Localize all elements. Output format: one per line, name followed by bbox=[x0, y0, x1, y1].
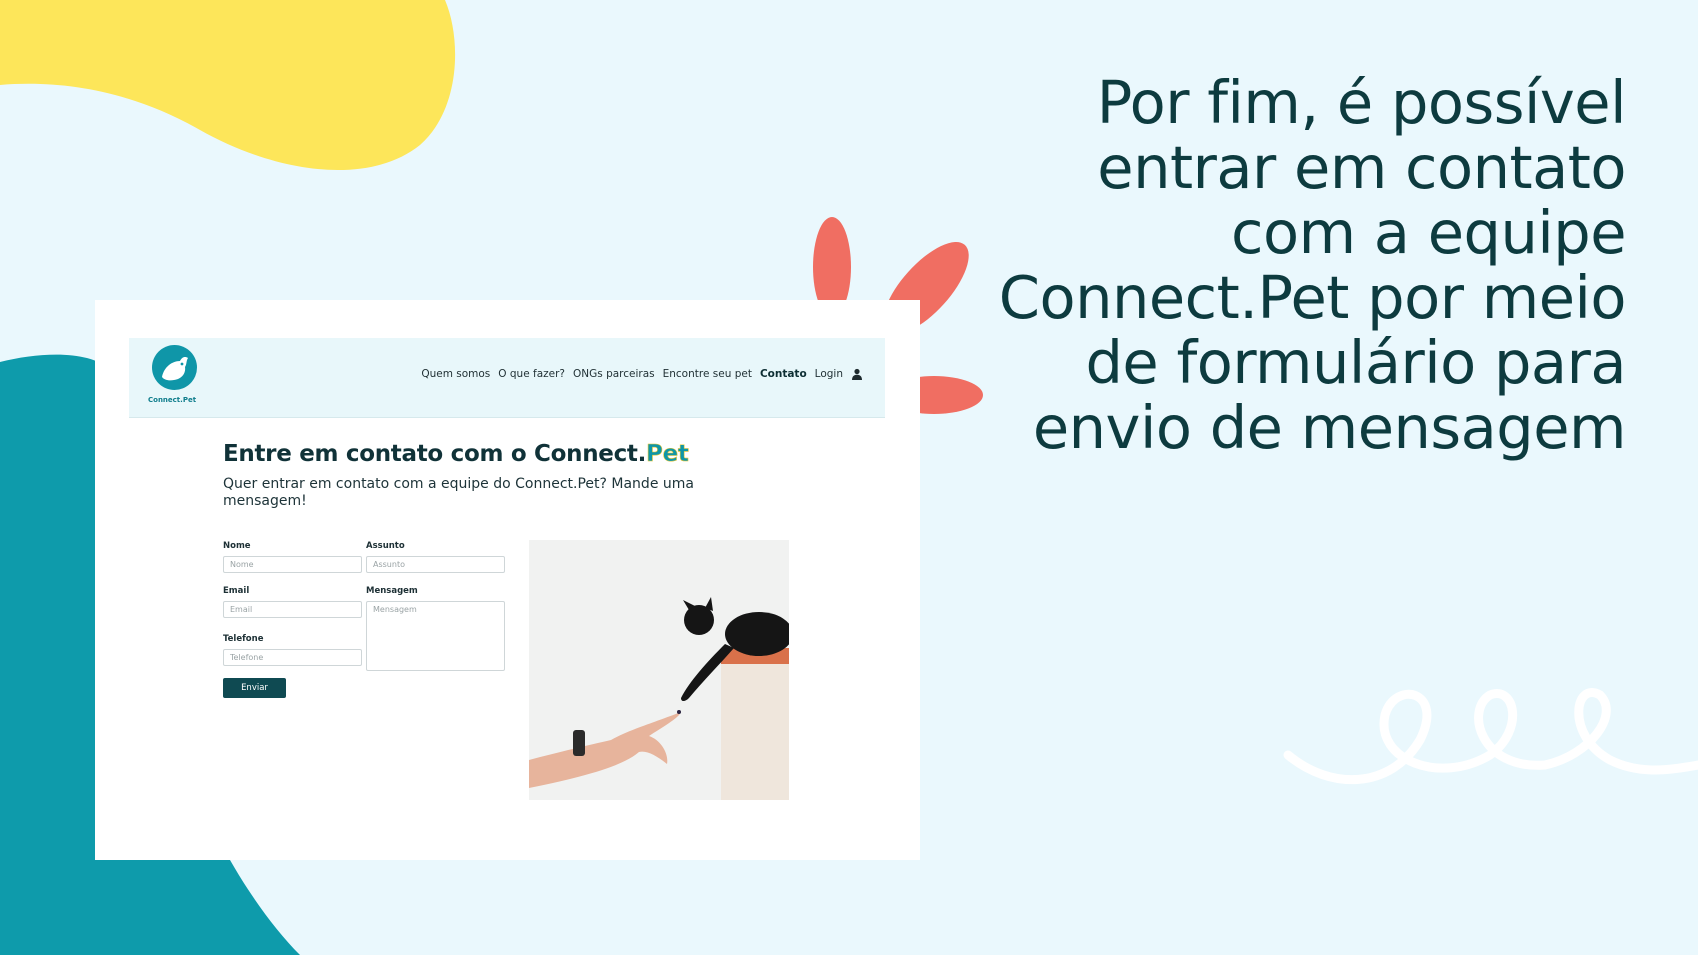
yellow-blob bbox=[0, 0, 456, 171]
website-screenshot-card: Connect.Pet Quem somos O que fazer? ONGs… bbox=[95, 300, 920, 860]
white-squiggle bbox=[1283, 688, 1698, 785]
page-title-highlight: Pet bbox=[646, 441, 689, 468]
nav-item-login[interactable]: Login bbox=[815, 368, 843, 380]
user-icon[interactable] bbox=[851, 368, 863, 380]
telefone-input[interactable]: Telefone bbox=[223, 649, 362, 666]
page-subtitle: Quer entrar em contato com a equipe do C… bbox=[223, 476, 694, 509]
nome-input[interactable]: Nome bbox=[223, 556, 362, 573]
mensagem-label: Mensagem bbox=[366, 586, 418, 596]
assunto-label: Assunto bbox=[366, 541, 405, 551]
logo-text: Connect.Pet bbox=[148, 396, 197, 404]
mensagem-textarea[interactable]: Mensagem bbox=[366, 601, 505, 671]
page-title-prefix: Entre em contato com o Connect. bbox=[223, 441, 647, 467]
nav-item-o-que-fazer[interactable]: O que fazer? bbox=[498, 368, 565, 380]
nav-item-ongs-parceiras[interactable]: ONGs parceiras bbox=[573, 368, 655, 380]
main-nav: Quem somos O que fazer? ONGs parceiras E… bbox=[421, 368, 863, 380]
nav-item-encontre-seu-pet[interactable]: Encontre seu pet bbox=[663, 368, 752, 380]
slide-heading: Por fim, é possível entrar em contato co… bbox=[998, 68, 1627, 462]
site-header: Connect.Pet Quem somos O que fazer? ONGs… bbox=[129, 338, 885, 418]
nav-item-contato[interactable]: Contato bbox=[760, 368, 807, 380]
assunto-input[interactable]: Assunto bbox=[366, 556, 505, 573]
nav-item-quem-somos[interactable]: Quem somos bbox=[421, 368, 490, 380]
email-input[interactable]: Email bbox=[223, 601, 362, 618]
enviar-button[interactable]: Enviar bbox=[223, 678, 286, 698]
nome-label: Nome bbox=[223, 541, 251, 551]
page-title: Entre em contato com o Connect.Pet bbox=[223, 441, 689, 468]
email-label: Email bbox=[223, 586, 250, 596]
telefone-label: Telefone bbox=[223, 634, 264, 644]
dog-logo-icon[interactable] bbox=[152, 345, 197, 390]
cat-hand-photo bbox=[529, 540, 789, 800]
